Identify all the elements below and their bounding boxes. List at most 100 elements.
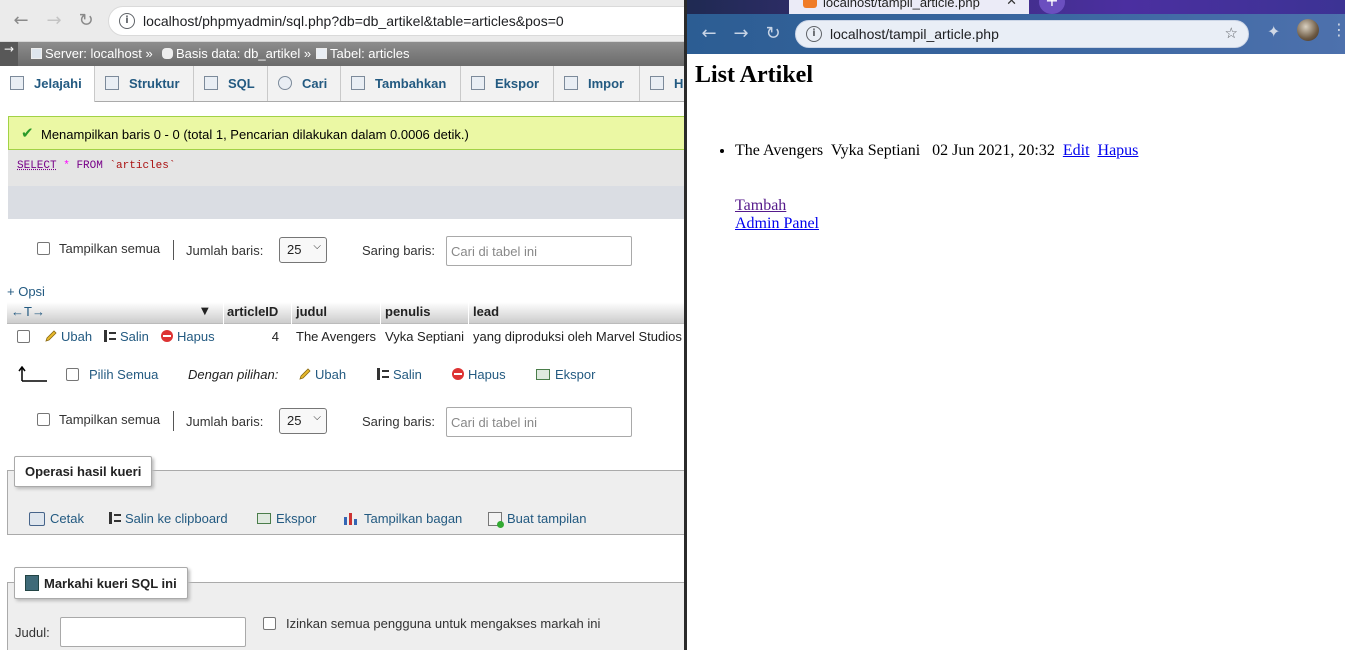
row-checkbox[interactable]	[17, 330, 30, 343]
rows-select[interactable]: 25 ⌵	[279, 408, 327, 434]
rows-select[interactable]: 25 ⌵	[279, 237, 327, 263]
navigation-toggle-icon[interactable]: →	[0, 42, 18, 66]
reload-icon[interactable]: ↻	[74, 9, 98, 33]
info-icon[interactable]: i	[119, 13, 135, 29]
show-all-checkbox[interactable]	[37, 413, 50, 426]
back-arrow-icon[interactable]: ←	[9, 9, 33, 33]
print-link[interactable]: Cetak	[29, 511, 84, 526]
bookmark-legend: Markahi kueri SQL ini	[14, 567, 188, 599]
tab-browse[interactable]: Jelajahi	[0, 66, 95, 102]
browse-icon	[10, 76, 24, 90]
options-link[interactable]: + Opsi	[7, 284, 45, 299]
info-icon[interactable]: i	[806, 26, 822, 42]
browser-toolbar: ← → ↻ i localhost/phpmyadmin/sql.php?db=…	[0, 0, 684, 42]
breadcrumb-table-label: Tabel: articles	[330, 46, 410, 61]
extensions-icon[interactable]: ✦	[1267, 22, 1280, 41]
copy-clipboard-link[interactable]: Salin ke clipboard	[108, 511, 228, 526]
tab-sql[interactable]: SQL	[194, 66, 268, 101]
results-nav-bottom: Tampilkan semua Jumlah baris: 25 ⌵ Saring…	[0, 401, 684, 441]
admin-panel-link[interactable]: Admin Panel	[735, 215, 819, 233]
column-arrows-icon[interactable]: ←T→	[11, 304, 45, 319]
filter-input[interactable]: Cari di tabel ini	[446, 407, 632, 437]
import-icon	[564, 76, 578, 90]
filter-input[interactable]: Cari di tabel ini	[446, 236, 632, 266]
article-list-page: List Artikel The Avengers Vyka Septiani …	[687, 54, 1345, 650]
database-icon	[162, 48, 173, 59]
bulk-copy-label: Salin	[393, 367, 422, 382]
sql-options-bar	[8, 186, 684, 219]
allow-all-users-label: Izinkan semua pengguna untuk mengakses m…	[286, 616, 601, 631]
column-lead[interactable]: lead	[473, 304, 499, 319]
copy-icon	[104, 330, 116, 342]
export-icon	[536, 369, 550, 380]
sql-icon	[204, 76, 218, 90]
add-link[interactable]: Tambah	[735, 197, 819, 215]
cell-judul: The Avengers	[296, 329, 376, 344]
bookmark-title-input[interactable]	[60, 617, 246, 647]
delete-link[interactable]: Hapus	[1098, 142, 1139, 159]
success-message: ✔ Menampilkan baris 0 - 0 (total 1, Penc…	[8, 116, 684, 150]
breadcrumb-database[interactable]: Basis data: db_artikel »	[162, 46, 311, 61]
select-all-checkbox[interactable]	[66, 368, 79, 381]
tab-insert[interactable]: Tambahkan	[341, 66, 461, 101]
browser-tab[interactable]: localhost/tampil_article.php ✕	[789, 0, 1029, 14]
bulk-delete-link[interactable]: Hapus	[452, 367, 506, 382]
export-icon	[257, 513, 271, 524]
left-browser-window: ← → ↻ i localhost/phpmyadmin/sql.php?db=…	[0, 0, 684, 650]
pencil-icon	[45, 330, 57, 342]
tab-export[interactable]: Ekspor	[461, 66, 554, 101]
bulk-export-label: Ekspor	[555, 367, 596, 382]
export-icon	[471, 76, 485, 90]
forward-arrow-icon[interactable]: →	[42, 9, 66, 33]
reload-icon[interactable]: ↻	[761, 22, 785, 46]
edit-link[interactable]: Edit	[1063, 142, 1090, 159]
url-text: localhost/phpmyadmin/sql.php?db=db_artik…	[143, 13, 564, 29]
sql-table-name: `articles`	[109, 160, 176, 172]
sql-query-code: SELECT * FROM `articles`	[17, 160, 175, 172]
create-view-icon	[488, 512, 504, 528]
close-tab-icon[interactable]: ✕	[1006, 0, 1017, 9]
delete-icon	[161, 330, 173, 342]
new-tab-icon[interactable]: +	[1039, 0, 1065, 14]
create-view-link[interactable]: Buat tampilan	[488, 511, 587, 528]
row-delete-link[interactable]: Hapus	[161, 329, 215, 344]
forward-arrow-icon[interactable]: →	[729, 22, 753, 46]
tab-import[interactable]: Impor	[554, 66, 640, 101]
back-arrow-icon[interactable]: ←	[697, 22, 721, 46]
column-penulis[interactable]: penulis	[385, 304, 431, 319]
table-icon	[316, 48, 327, 59]
row-copy-link[interactable]: Salin	[103, 329, 149, 344]
tab-structure[interactable]: Struktur	[95, 66, 194, 101]
sql-keyword-select[interactable]: SELECT	[17, 160, 57, 172]
printer-icon	[29, 512, 45, 526]
address-bar[interactable]: i localhost/phpmyadmin/sql.php?db=db_art…	[108, 6, 684, 36]
avatar[interactable]	[1297, 19, 1319, 41]
select-all-label[interactable]: Pilih Semua	[89, 367, 158, 382]
export-link[interactable]: Ekspor	[257, 511, 316, 526]
row-edit-label: Ubah	[61, 329, 93, 344]
breadcrumb-server[interactable]: Server: localhost »	[31, 46, 153, 61]
delete-icon	[452, 368, 464, 380]
star-icon[interactable]: ☆	[1225, 24, 1238, 42]
tab-search[interactable]: Cari	[268, 66, 341, 101]
show-all-checkbox[interactable]	[37, 242, 50, 255]
row-edit-link[interactable]: Ubah	[44, 329, 92, 344]
allow-all-users-checkbox[interactable]	[263, 617, 276, 630]
breadcrumb-table[interactable]: Tabel: articles	[316, 46, 409, 61]
tab-more[interactable]: H	[640, 66, 684, 101]
menu-icon[interactable]: ⋮	[1331, 20, 1345, 39]
column-judul[interactable]: judul	[296, 304, 327, 319]
address-bar[interactable]: i localhost/tampil_article.php ☆	[795, 20, 1249, 48]
tab-export-label: Ekspor	[495, 76, 540, 91]
bulk-export-link[interactable]: Ekspor	[536, 367, 595, 382]
bulk-copy-link[interactable]: Salin	[376, 367, 422, 382]
sort-triangle-icon[interactable]: ▼	[201, 306, 209, 317]
header-divider	[291, 302, 292, 324]
row-delete-label: Hapus	[177, 329, 215, 344]
cell-articleid: 4	[271, 329, 279, 344]
column-articleid[interactable]: articleID	[227, 304, 278, 319]
bulk-edit-link[interactable]: Ubah	[298, 367, 346, 382]
display-chart-link[interactable]: Tampilkan bagan	[343, 511, 462, 526]
with-selected-label: Dengan pilihan:	[188, 367, 279, 382]
row-copy-label: Salin	[120, 329, 149, 344]
